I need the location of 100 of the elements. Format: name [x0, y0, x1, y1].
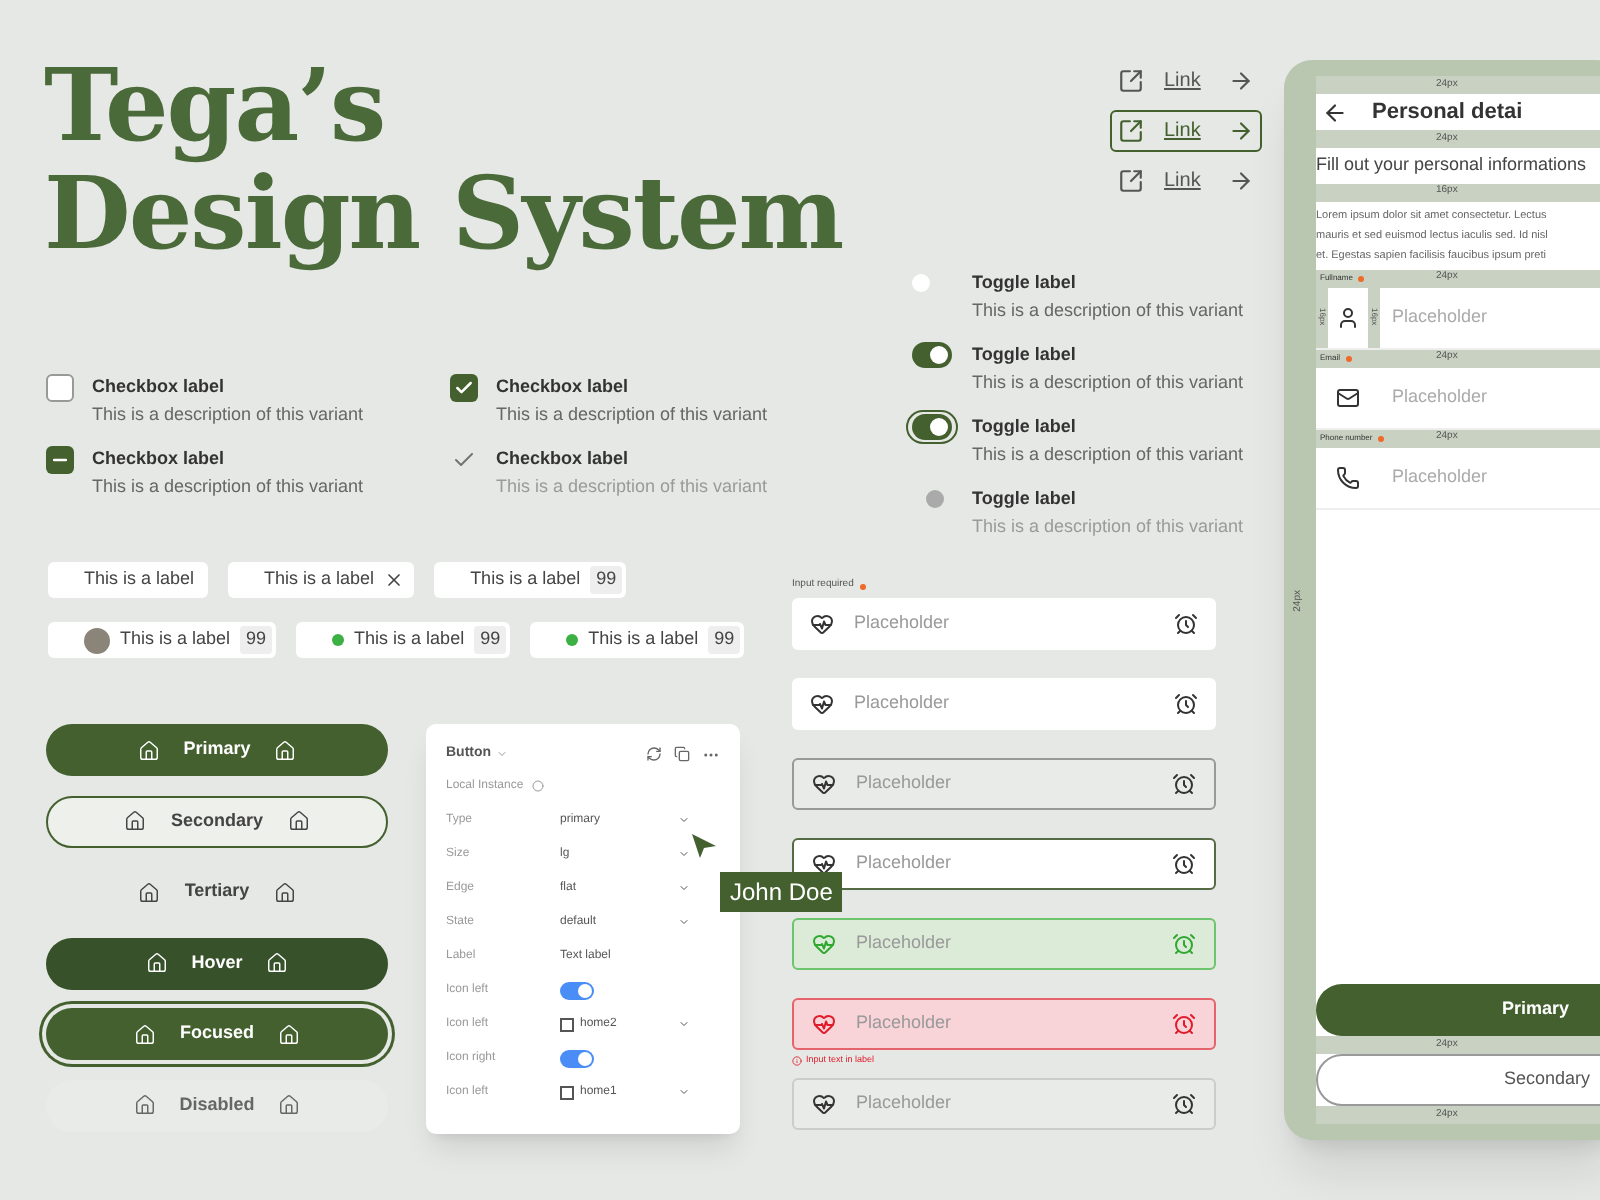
button[interactable]: Secondary: [46, 795, 388, 847]
house-icon: [266, 952, 289, 974]
toggle-label: Toggle label: [972, 342, 1078, 366]
checkbox[interactable]: [450, 374, 478, 402]
mail-icon: [1336, 385, 1360, 409]
checkbox-label: Checkbox label: [92, 374, 227, 398]
chevron-down-icon: [678, 882, 690, 894]
chevron-down-icon: [678, 848, 690, 860]
house-icon: [138, 881, 161, 903]
count-badge: 99: [708, 626, 741, 654]
heart-icon: [810, 692, 834, 716]
count-badge: 99: [590, 566, 623, 594]
checkbox[interactable]: [46, 446, 74, 474]
checkbox-description: This is a description of this variant: [92, 474, 364, 498]
chip[interactable]: This is a label 99: [296, 622, 511, 658]
toggle-description: This is a description of this variant: [972, 442, 1244, 466]
toggle-switch[interactable]: [560, 981, 594, 999]
house-icon: [278, 1094, 301, 1116]
heart-icon: [812, 772, 836, 796]
chevron-down-icon: [678, 1018, 690, 1030]
refresh-icon[interactable]: [646, 745, 662, 762]
house-icon: [137, 739, 160, 761]
toggle-label: Toggle label: [972, 270, 1078, 294]
toggle-label: Toggle label: [972, 414, 1078, 438]
button[interactable]: Hover: [46, 937, 388, 989]
link[interactable]: Link: [1110, 160, 1263, 202]
alarm-clock-icon: [1172, 772, 1196, 796]
alarm-clock-icon: [1172, 852, 1196, 876]
chip[interactable]: This is a label 99: [434, 562, 627, 598]
chevron-down-icon: [678, 1086, 690, 1098]
button[interactable]: Primary: [46, 724, 388, 776]
phone-icon: [1336, 465, 1360, 489]
house-icon: [133, 1094, 156, 1116]
heart-icon: [812, 932, 836, 956]
link[interactable]: Link: [1110, 60, 1263, 102]
screen-title: Personal detai: [1372, 97, 1523, 128]
user-icon: [1336, 305, 1360, 329]
chip[interactable]: This is a label: [48, 562, 209, 598]
arrow-right-icon: [1228, 168, 1255, 194]
square-icon: [560, 1017, 574, 1031]
heart-icon: [812, 1092, 836, 1116]
alarm-clock-icon: [1172, 1092, 1196, 1116]
heading: Fill out your personal informations: [1316, 152, 1589, 178]
copy-icon[interactable]: [674, 745, 690, 762]
house-icon: [273, 881, 296, 903]
checkbox-label: Checkbox label: [92, 446, 227, 470]
house-icon: [133, 1023, 156, 1045]
checkbox-label: Checkbox label: [496, 374, 631, 398]
back-arrow-icon[interactable]: [1322, 99, 1348, 125]
button[interactable]: Tertiary: [46, 866, 388, 918]
link[interactable]: Link: [1110, 110, 1263, 152]
toggle-label: Toggle label: [972, 486, 1078, 510]
toggle-description: This is a description of this variant: [972, 370, 1244, 394]
button[interactable]: Primary: [1316, 984, 1600, 1036]
cursor-icon: [690, 832, 718, 860]
toggle-switch[interactable]: [560, 1049, 594, 1067]
button[interactable]: Secondary: [1316, 1054, 1600, 1106]
chip[interactable]: This is a label: [228, 562, 415, 598]
house-icon: [287, 810, 310, 832]
external-link-icon: [1118, 68, 1144, 94]
square-icon: [560, 1085, 574, 1099]
button[interactable]: Focused: [46, 1008, 388, 1060]
house-icon: [274, 739, 297, 761]
info-icon: [792, 1055, 802, 1066]
toggle-switch[interactable]: [912, 342, 952, 368]
circle-icon: [531, 780, 544, 792]
heart-icon: [812, 1012, 836, 1036]
alarm-clock-icon: [1172, 932, 1196, 956]
checkbox-description: This is a description of this variant: [92, 402, 364, 426]
house-icon: [278, 1023, 300, 1045]
check-icon: [454, 378, 474, 398]
house-icon: [145, 952, 168, 974]
checkbox-description: This is a description of this variant: [496, 474, 768, 498]
alarm-clock-icon: [1174, 612, 1198, 636]
heart-icon: [812, 852, 836, 876]
chevron-down-icon: [678, 814, 690, 826]
count-badge: 99: [240, 626, 273, 654]
avatar: [84, 627, 110, 653]
toggle-knob[interactable]: [912, 274, 930, 292]
heart-icon: [810, 612, 834, 636]
alarm-clock-icon: [1172, 1012, 1196, 1036]
arrow-right-icon: [1228, 118, 1255, 144]
checkbox-description: This is a description of this variant: [496, 402, 768, 426]
external-link-icon: [1118, 118, 1144, 144]
toggle-switch[interactable]: [912, 414, 952, 440]
arrow-right-icon: [1228, 68, 1255, 94]
cursor-name-tag: John Doe: [720, 872, 843, 912]
checkbox[interactable]: [46, 374, 74, 402]
toggle-description: This is a description of this variant: [972, 514, 1244, 538]
count-badge: 99: [474, 626, 507, 654]
chip[interactable]: This is a label 99: [48, 622, 277, 658]
chip[interactable]: This is a label 99: [530, 622, 745, 658]
close-icon[interactable]: [384, 570, 405, 590]
chevron-down-icon: [678, 916, 690, 928]
checkbox-label: Checkbox label: [496, 446, 631, 470]
external-link-icon: [1118, 168, 1144, 194]
alarm-clock-icon: [1174, 692, 1198, 716]
page-title: Tega’s Design System: [44, 52, 843, 268]
toggle-description: This is a description of this variant: [972, 298, 1244, 322]
house-icon: [124, 810, 147, 832]
